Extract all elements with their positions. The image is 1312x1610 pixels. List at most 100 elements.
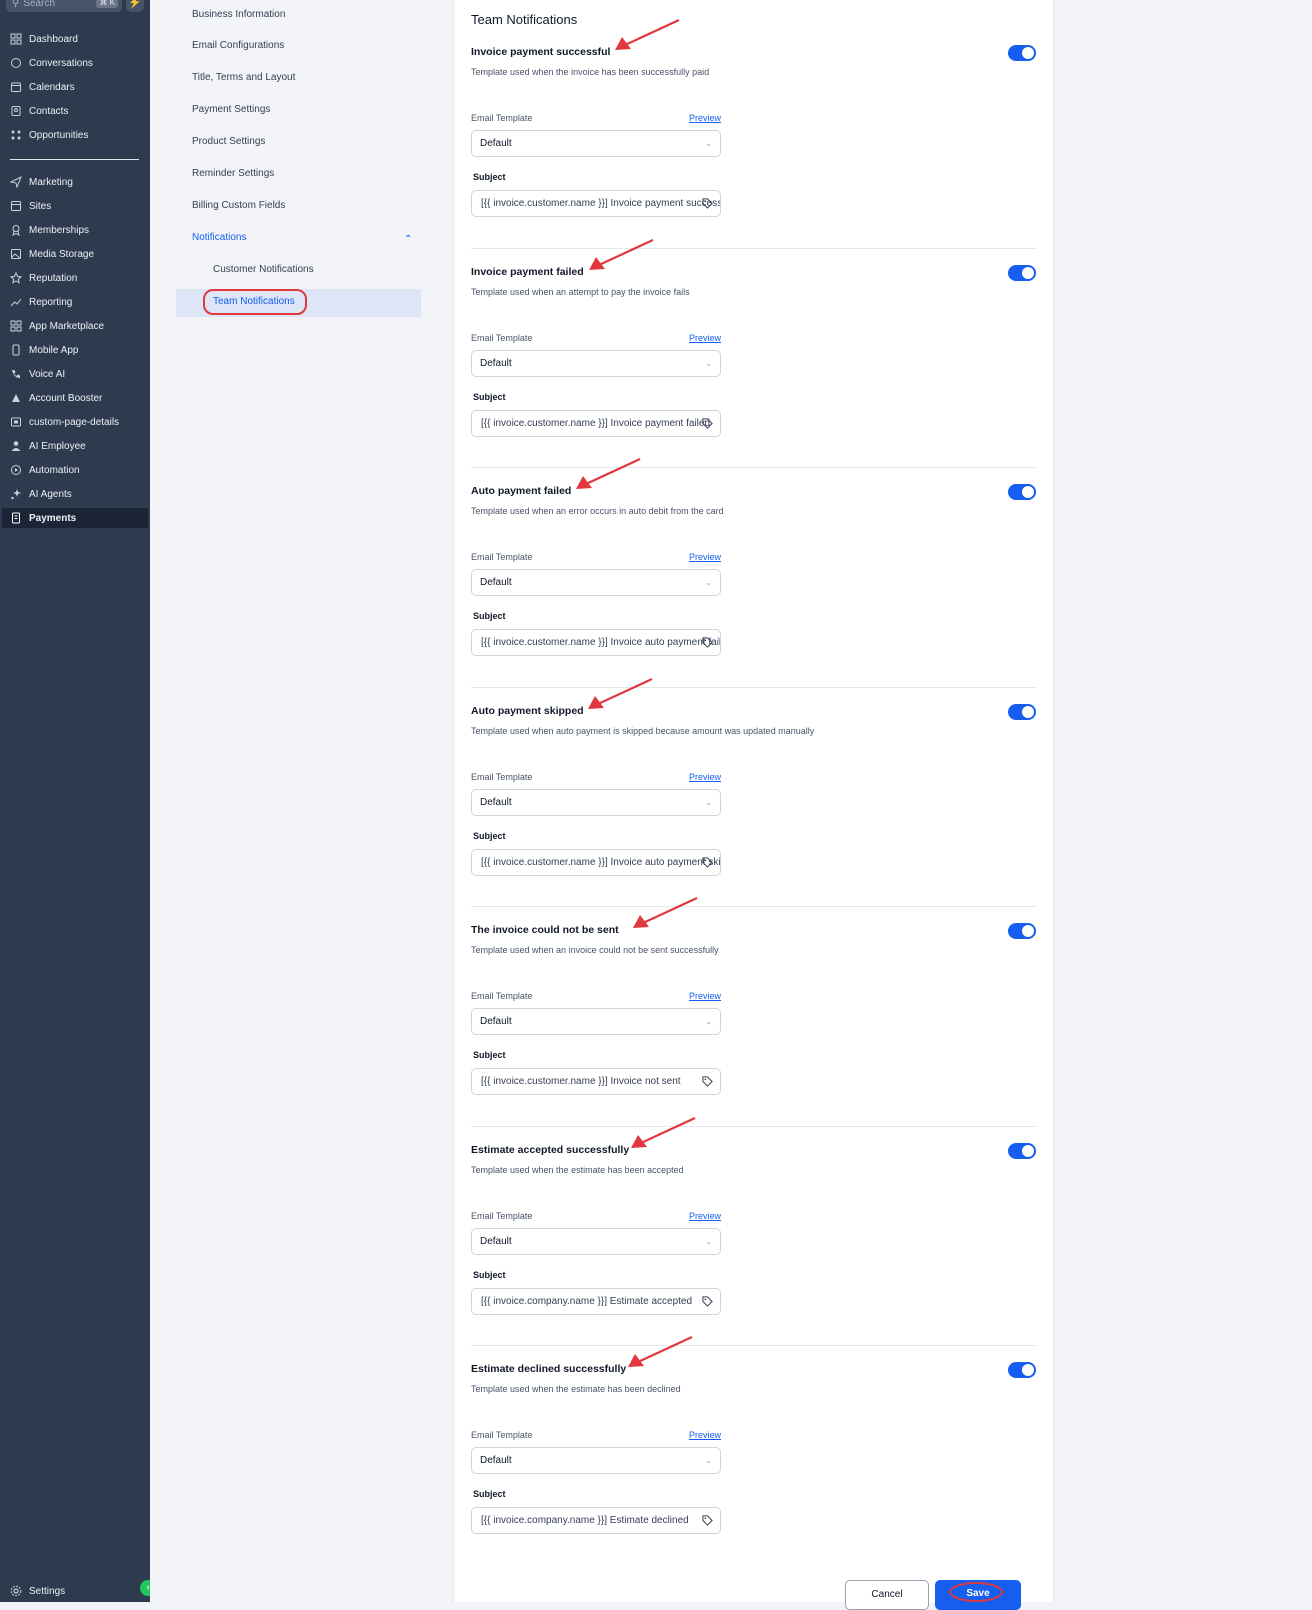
nav-voice-ai[interactable]: Voice AI [10,364,146,384]
nav-conversations[interactable]: Conversations [10,53,146,73]
nav-item-label: Reporting [29,296,73,308]
notification-title: Estimate accepted successfully [471,1143,630,1156]
nav-automation[interactable]: Automation [10,460,146,480]
email-template-select[interactable]: Default ⌄ [471,1008,721,1035]
chevron-down-icon: ⌄ [705,1456,712,1465]
subnav-product-settings[interactable]: Product Settings [192,134,265,150]
subnav-payment-settings[interactable]: Payment Settings [192,102,270,118]
preview-link[interactable]: Preview [689,552,721,562]
nav-custom-page-details[interactable]: custom-page-details [10,412,146,432]
subject-label: Subject [473,1489,506,1499]
nav-reporting[interactable]: Reporting [10,292,146,312]
nav-marketing[interactable]: Marketing [10,172,146,192]
tag-icon[interactable] [702,856,713,868]
nav-item-label: Dashboard [29,33,78,45]
subject-value: [{{ invoice.company.name }}] Estimate ac… [481,1295,693,1307]
chat-icon [10,57,23,70]
email-template-select[interactable]: Default ⌄ [471,130,721,157]
subnav-notifications[interactable]: Notifications [192,230,246,246]
chevron-down-icon: ⌄ [705,578,712,587]
email-template-label: Email Template [471,113,533,123]
nav-app-marketplace[interactable]: App Marketplace [10,316,146,336]
nav-calendars[interactable]: Calendars [10,77,146,97]
call-icon [10,368,23,381]
cancel-button[interactable]: Cancel [845,1580,929,1610]
subnav-title-terms-layout[interactable]: Title, Terms and Layout [192,70,295,86]
nav-item-label: App Marketplace [29,320,105,332]
notification-description: Template used when the invoice has been … [471,67,710,77]
annotation-arrow [576,458,641,489]
nav-memberships[interactable]: Memberships [10,220,146,240]
subject-input[interactable]: [{{ invoice.company.name }}] Estimate de… [471,1507,721,1534]
tag-icon[interactable] [702,1295,713,1307]
nav-opportunities[interactable]: Opportunities [10,125,146,145]
subject-input[interactable]: [{{ invoice.customer.name }}] Invoice pa… [471,190,721,217]
email-template-select[interactable]: Default ⌄ [471,349,721,377]
subject-input[interactable]: [{{ invoice.customer.name }}] Invoice pa… [471,409,721,437]
subject-input[interactable]: [{{ invoice.company.name }}] Estimate ac… [471,1287,721,1315]
subject-input[interactable]: [{{ invoice.customer.name }}] Invoice no… [471,1068,721,1095]
nav-ai-employee[interactable]: AI Employee [10,436,146,456]
notification-description: Template used when the estimate has been… [471,1384,681,1394]
nav-ai-agents[interactable]: AI Agents [10,484,146,504]
email-template-label: Email Template [471,332,533,343]
notification-toggle[interactable] [1008,1362,1036,1378]
preview-link[interactable]: Preview [689,113,721,123]
subnav-reminder-settings[interactable]: Reminder Settings [192,166,274,182]
email-template-select[interactable]: Default ⌄ [471,1447,721,1474]
nav-item-label: AI Agents [29,488,72,500]
nav-contacts[interactable]: Contacts [10,101,146,121]
notification-toggle[interactable] [1008,264,1036,281]
quick-actions-bolt-icon[interactable]: ⚡ [126,0,144,12]
notification-title: Invoice payment failed [471,265,584,278]
preview-link[interactable]: Preview [689,772,721,782]
email-template-select[interactable]: Default ⌄ [471,1227,721,1255]
subnav-customer-notifications[interactable]: Customer Notifications [213,262,314,278]
subject-value: [{{ invoice.company.name }}] Estimate de… [481,1515,689,1526]
chevron-down-icon: ⌄ [705,139,712,148]
subnav-billing-custom-fields[interactable]: Billing Custom Fields [192,198,285,214]
email-template-value: Default [480,138,512,149]
tag-icon[interactable] [702,1076,713,1087]
nav-item-label: Reputation [29,272,78,284]
notification-toggle[interactable] [1008,1142,1036,1159]
nav-mobile-app[interactable]: Mobile App [10,340,146,360]
search-input[interactable]: ⚲ Search ⌘ K [6,0,122,12]
nav-media-storage[interactable]: Media Storage [10,244,146,264]
preview-link[interactable]: Preview [689,1211,721,1221]
nav-payments[interactable]: Payments [2,508,148,528]
nav-dashboard[interactable]: Dashboard [10,29,146,49]
tag-icon[interactable] [702,1515,713,1526]
notification-section: Estimate declined successfully Template u… [471,1317,1036,1536]
notification-section: Invoice payment successful Template used … [471,0,1036,219]
subnav-email-configurations[interactable]: Email Configurations [192,38,284,54]
preview-link[interactable]: Preview [689,333,721,343]
notification-title: Auto payment failed [471,485,572,497]
nav-sites[interactable]: Sites [10,196,146,216]
email-template-label: Email Template [471,991,533,1001]
tag-icon[interactable] [702,637,713,648]
notification-toggle[interactable] [1008,45,1036,61]
preview-link[interactable]: Preview [689,991,721,1001]
subject-input[interactable]: [{{ invoice.customer.name }}] Invoice au… [471,848,721,876]
tag-icon[interactable] [702,198,713,209]
nav-account-booster[interactable]: Account Booster [10,388,146,408]
notification-description: Template used when an attempt to pay the… [471,286,690,297]
nav-settings[interactable]: Settings [10,1581,146,1601]
subject-input[interactable]: [{{ invoice.customer.name }}] Invoice au… [471,629,721,656]
email-template-select[interactable]: Default ⌄ [471,788,721,816]
preview-link[interactable]: Preview [689,1430,721,1440]
apps-icon [10,320,23,333]
email-template-value: Default [480,357,512,369]
email-template-select[interactable]: Default ⌄ [471,569,721,596]
email-template-value: Default [480,796,512,808]
subnav-business-information[interactable]: Business Information [192,7,285,23]
notification-toggle[interactable] [1008,923,1036,939]
nav-reputation[interactable]: Reputation [10,268,146,288]
notification-toggle[interactable] [1008,703,1036,720]
person-icon [10,440,23,453]
chevron-up-icon[interactable]: ⌃ [404,234,412,245]
tag-icon[interactable] [702,417,713,429]
annotation-circle [949,1582,1003,1602]
notification-toggle[interactable] [1008,484,1036,500]
